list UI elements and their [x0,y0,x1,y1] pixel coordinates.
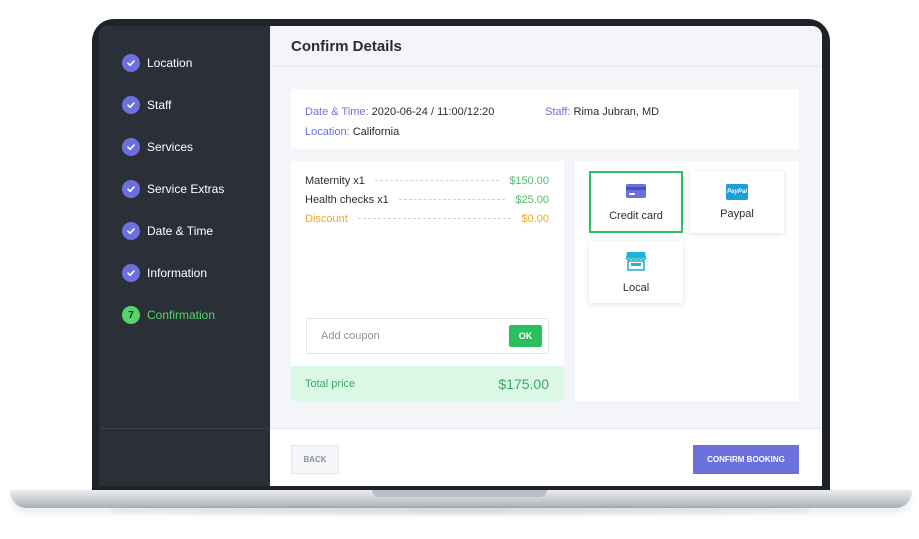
datetime-label: Date & Time: [305,106,369,118]
location-label: Location: [305,126,350,138]
datetime-field: Date & Time: 2020-06-24 / 11:00/12:20 [305,106,545,118]
price-item-name: Maternity x1 [305,174,365,187]
check-icon [122,264,140,282]
step-date-time[interactable]: Date & Time [99,210,270,252]
payment-label: Credit card [609,209,663,222]
main-panel: Confirm Details Date & Time: 2020-06-24 … [270,26,822,486]
credit-card-icon [625,183,647,202]
coupon-box: OK [306,318,549,354]
step-label: Staff [147,98,172,112]
check-icon [122,180,140,198]
payment-methods: Credit card PayPal Paypal Local [575,161,799,401]
main-footer: BACK CONFIRM BOOKING [270,428,822,486]
payment-credit-card[interactable]: Credit card [589,171,683,233]
step-label: Confirmation [147,308,216,322]
step-information[interactable]: Information [99,252,270,294]
app-screen: Location Staff Services Service Extras D… [99,26,822,486]
discount-row: Discount $0.00 [291,209,564,228]
laptop-shadow [110,506,810,516]
staff-field: Staff: Rima Jubran, MD [545,106,659,118]
step-number-badge: 7 [122,306,140,324]
check-icon [122,54,140,72]
price-item-value: $150.00 [509,174,549,187]
step-staff[interactable]: Staff [99,84,270,126]
dotted-leader [398,199,506,200]
step-services[interactable]: Services [99,126,270,168]
discount-value: $0.00 [521,212,549,225]
discount-label: Discount [305,212,348,225]
steps-list: Location Staff Services Service Extras D… [99,26,270,336]
confirm-booking-button[interactable]: CONFIRM BOOKING [693,445,799,474]
summary-row: Date & Time: 2020-06-24 / 11:00/12:20 St… [305,102,785,122]
step-label: Location [147,56,193,70]
location-field: Location: California [305,126,399,138]
price-item: Maternity x1 $150.00 [291,171,564,190]
payment-paypal[interactable]: PayPal Paypal [690,171,784,233]
staff-value: Rima Jubran, MD [573,106,660,118]
step-service-extras[interactable]: Service Extras [99,168,270,210]
staff-label: Staff: [545,106,571,118]
payment-local[interactable]: Local [589,241,683,303]
laptop-notch [372,490,547,497]
step-confirmation[interactable]: 7 Confirmation [99,294,270,336]
check-icon [122,96,140,114]
check-icon [122,222,140,240]
payment-label: Local [622,281,650,294]
total-price-label: Total price [305,377,356,390]
coupon-input[interactable] [307,319,509,353]
apply-coupon-button[interactable]: OK [509,325,542,347]
step-label: Date & Time [147,224,214,238]
step-label: Service Extras [147,182,225,196]
price-item-name: Health checks x1 [305,193,389,206]
paypal-logo-text: PayPal [727,189,747,195]
booking-summary: Date & Time: 2020-06-24 / 11:00/12:20 St… [291,89,799,149]
dotted-leader [374,180,500,181]
steps-sidebar: Location Staff Services Service Extras D… [99,26,270,486]
step-label: Information [147,266,208,280]
step-location[interactable]: Location [99,42,270,84]
price-panel: Maternity x1 $150.00 Health checks x1 $2… [291,161,564,401]
summary-row: Location: California [305,122,785,142]
location-value: California [352,126,400,138]
sidebar-divider [99,428,270,429]
storefront-icon [625,251,647,274]
paypal-icon: PayPal [726,184,748,200]
dotted-leader [357,218,512,219]
step-label: Services [147,140,194,154]
main-header: Confirm Details [270,26,822,67]
price-item: Health checks x1 $25.00 [291,190,564,209]
total-price-bar: Total price $175.00 [291,366,564,401]
check-icon [122,138,140,156]
page-title: Confirm Details [291,37,402,55]
total-price-value: $175.00 [498,375,549,392]
back-button[interactable]: BACK [291,445,339,474]
payment-label: Paypal [720,208,754,220]
price-item-value: $25.00 [515,193,549,206]
datetime-value: 2020-06-24 / 11:00/12:20 [371,106,495,118]
